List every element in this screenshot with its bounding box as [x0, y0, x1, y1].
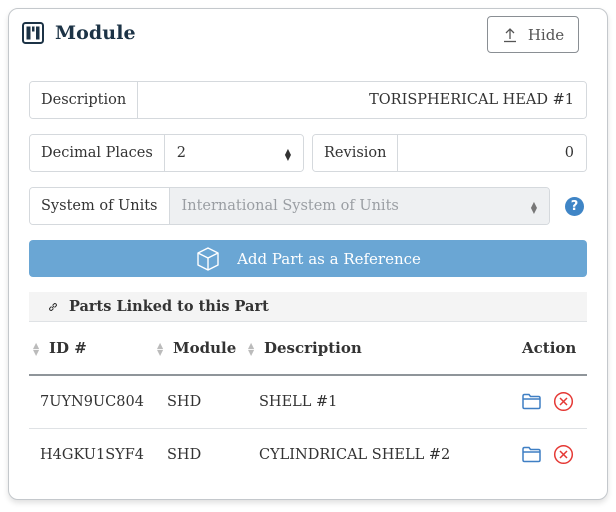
column-header-description[interactable]: ▲ ▼ Description [248, 322, 507, 376]
remove-circle-icon[interactable] [553, 444, 574, 465]
hide-button-label: Hide [527, 25, 565, 44]
system-of-units-label: System of Units [30, 188, 170, 224]
revision-label: Revision [313, 135, 399, 171]
row-id: 7UYN9UC804 [29, 375, 157, 429]
system-of-units-group: System of Units International System of … [29, 187, 550, 225]
decimal-places-label: Decimal Places [30, 135, 165, 171]
linked-parts-title: Parts Linked to this Part [69, 298, 269, 315]
link-icon [49, 302, 57, 311]
column-header-action: Action [507, 322, 587, 376]
upload-arrow-icon [503, 27, 516, 42]
column-header-description-label: Description [264, 339, 362, 357]
sort-icon: ▲ ▼ [33, 340, 40, 357]
row-description: SHELL #1 [248, 375, 507, 429]
select-caret-icon: ▲ ▼ [284, 147, 291, 162]
description-label: Description [30, 82, 139, 118]
row-description: CYLINDRICAL SHELL #2 [259, 446, 451, 463]
add-part-reference-button[interactable]: Add Part as a Reference [29, 240, 587, 277]
linked-parts-header: Parts Linked to this Part [29, 292, 587, 322]
column-header-module-label: Module [173, 339, 237, 357]
system-of-units-value: International System of Units [181, 198, 399, 214]
row-id: H4GKU1SYF4 [40, 446, 145, 463]
description-input[interactable]: TORISPHERICAL HEAD #1 [138, 82, 586, 118]
table-row: H4GKU1SYF4 SHD CYLINDRICAL SHELL #2 [29, 428, 587, 481]
column-header-module[interactable]: ▲ ▼ Module [157, 322, 248, 376]
column-header-id[interactable]: ▲ ▼ ID # [29, 322, 157, 376]
system-of-units-select[interactable]: International System of Units ▲ ▼ [169, 188, 549, 224]
revision-group: Revision 0 [312, 134, 587, 172]
row-actions [507, 428, 587, 481]
module-header: Module Hide [20, 16, 580, 53]
remove-circle-icon[interactable] [553, 391, 574, 412]
row-actions [507, 375, 587, 429]
revision-input[interactable]: 0 [398, 135, 586, 171]
table-header-row: ▲ ▼ ID # ▲ ▼ Module ▲ ▼ Description Action [29, 322, 587, 376]
folder-icon[interactable] [521, 391, 542, 412]
column-header-id-label: ID # [49, 339, 87, 357]
folder-icon[interactable] [521, 444, 542, 465]
table-row: 7UYN9UC804 SHD SHELL #1 [29, 375, 587, 429]
hide-button[interactable]: Hide [487, 16, 579, 53]
column-header-action-label: Action [522, 339, 577, 357]
linked-parts-table: ▲ ▼ ID # ▲ ▼ Module ▲ ▼ Description Action 7UY… [29, 322, 587, 481]
add-part-reference-label: Add Part as a Reference [237, 249, 421, 268]
decimal-places-value: 2 [176, 145, 187, 161]
row-module: SHD [167, 446, 202, 463]
decimal-places-select[interactable]: 2 ▲ ▼ [164, 135, 303, 171]
sort-icon: ▲ ▼ [248, 340, 255, 357]
module-title: Module [55, 22, 136, 44]
box-icon [197, 246, 219, 271]
question-circle-icon[interactable]: ? [565, 197, 584, 216]
select-caret-icon: ▲ ▼ [530, 200, 537, 215]
row-module: SHD [157, 375, 248, 429]
description-group: Description TORISPHERICAL HEAD #1 [29, 81, 587, 119]
decimal-places-group: Decimal Places 2 ▲ ▼ [29, 134, 304, 172]
sort-icon: ▲ ▼ [157, 340, 164, 357]
kanban-board-icon [22, 22, 44, 44]
